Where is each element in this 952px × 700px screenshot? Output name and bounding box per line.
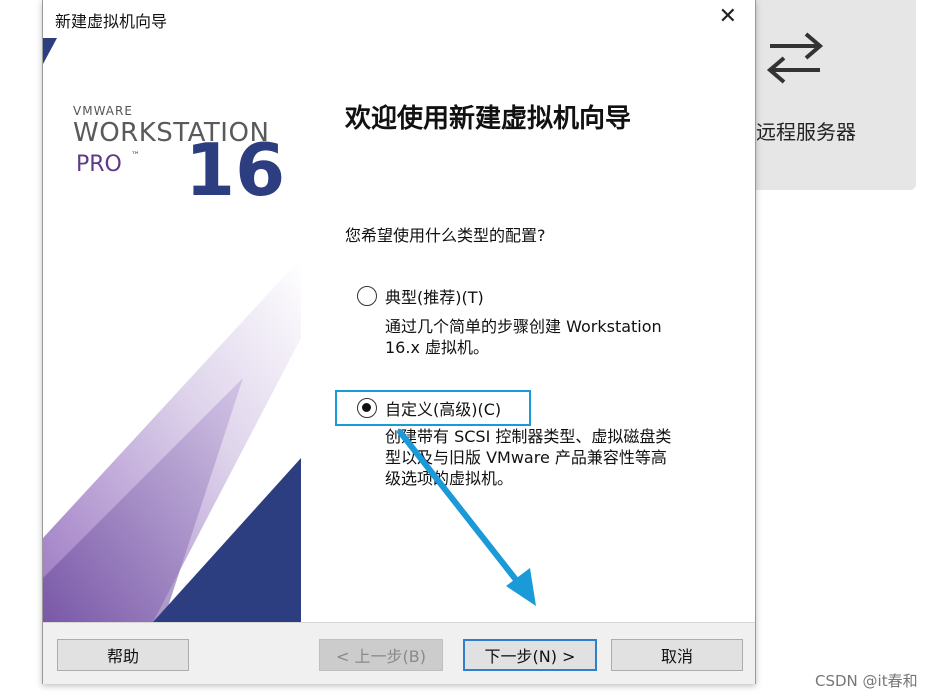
- option-custom-description: 创建带有 SCSI 控制器类型、虚拟磁盘类 型以及与旧版 VMware 产品兼容…: [385, 427, 672, 488]
- dialog-title: 新建虚拟机向导: [55, 12, 168, 31]
- brand-edition: PRO: [76, 152, 122, 177]
- back-button[interactable]: < 上一步(B): [319, 639, 443, 671]
- option-custom-label: 自定义(高级)(C): [385, 400, 502, 419]
- option-custom[interactable]: 自定义(高级)(C): [357, 396, 501, 420]
- radio-typical[interactable]: [357, 286, 377, 306]
- next-button[interactable]: 下一步(N) >: [463, 639, 597, 671]
- csdn-watermark: CSDN @it春和: [815, 672, 918, 690]
- swap-arrows-icon: [766, 32, 824, 84]
- new-vm-wizard-dialog: 新建虚拟机向导 ✕ VMWARE WORKSTATION PRO ™ 16 欢迎…: [42, 0, 756, 684]
- brand-version: 16: [185, 128, 286, 212]
- option-typical[interactable]: 典型(推荐)(T): [357, 284, 484, 308]
- config-question: 您希望使用什么类型的配置?: [345, 226, 546, 245]
- cancel-button[interactable]: 取消: [611, 639, 743, 671]
- remote-server-label: 远程服务器: [756, 120, 856, 144]
- brand-trademark: ™: [131, 151, 140, 161]
- title-bar: 新建虚拟机向导 ✕: [43, 0, 755, 38]
- brand-panel: VMWARE WORKSTATION PRO ™ 16: [43, 38, 301, 622]
- close-icon[interactable]: ✕: [719, 4, 737, 29]
- option-typical-description: 通过几个简单的步骤创建 Workstation 16.x 虚拟机。: [385, 317, 662, 357]
- button-bar: 帮助 < 上一步(B) 下一步(N) > 取消: [43, 622, 755, 684]
- wizard-heading: 欢迎使用新建虚拟机向导: [345, 104, 632, 134]
- option-typical-label: 典型(推荐)(T): [385, 288, 484, 307]
- remote-server-card[interactable]: 远程服务器: [742, 0, 916, 190]
- radio-custom[interactable]: [357, 398, 377, 418]
- brand-vendor: VMWARE: [73, 104, 133, 118]
- help-button[interactable]: 帮助: [57, 639, 189, 671]
